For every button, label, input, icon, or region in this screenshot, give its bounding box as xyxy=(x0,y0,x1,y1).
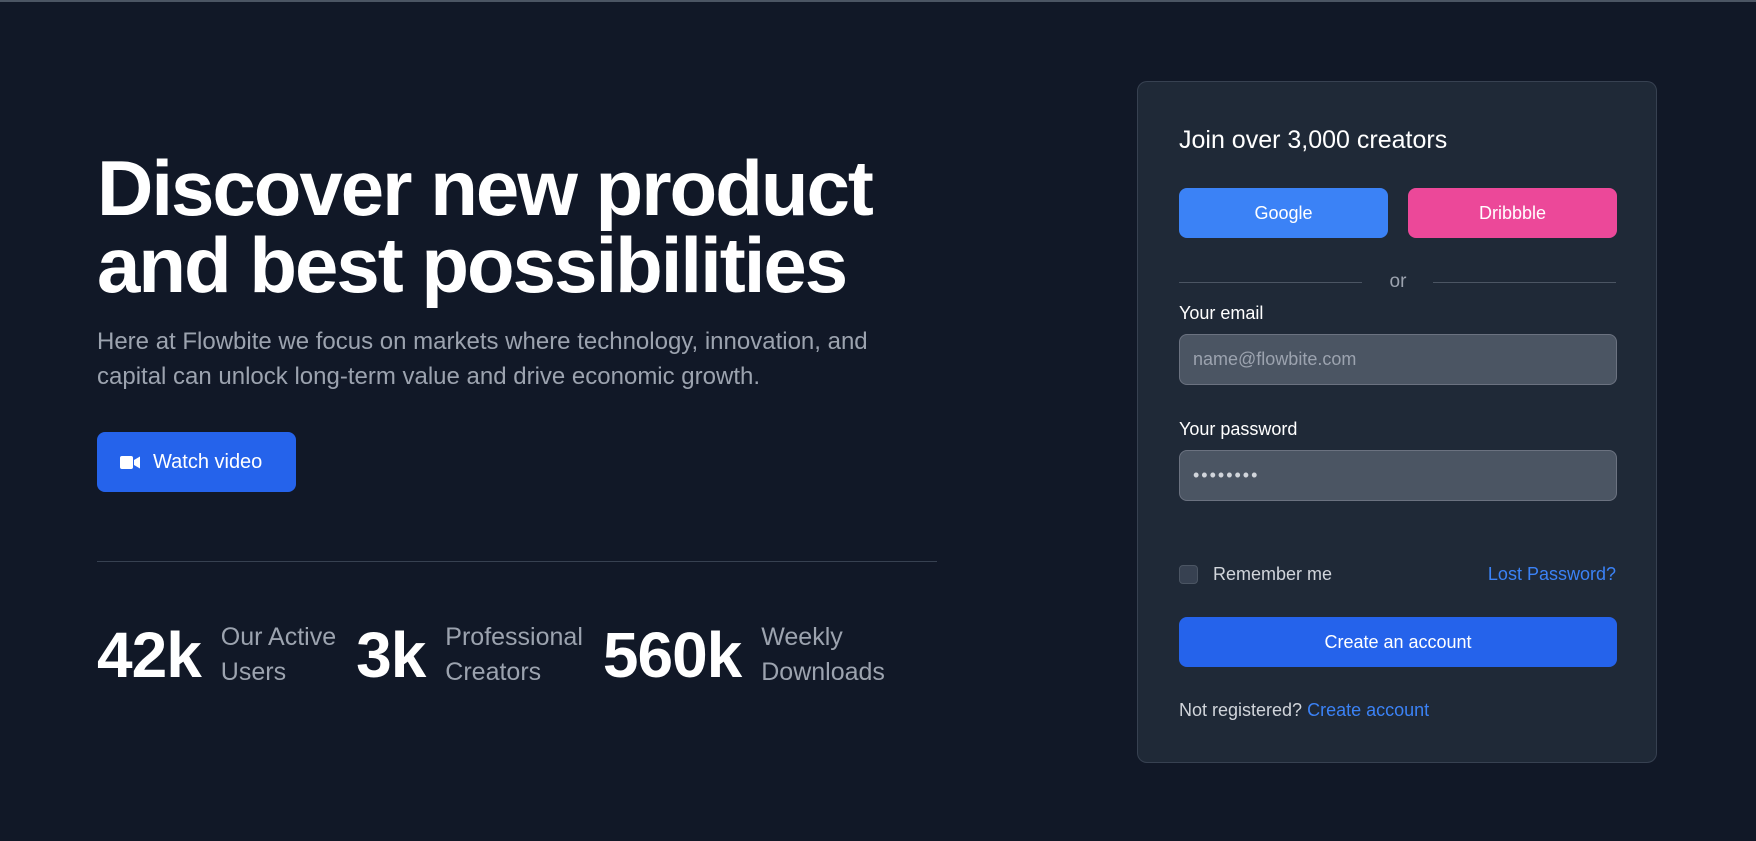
email-field[interactable] xyxy=(1179,334,1617,385)
stat-label-line-2: Downloads xyxy=(761,658,885,686)
headline-line-2: and best possibilities xyxy=(97,221,848,309)
watch-video-button[interactable]: Watch video xyxy=(97,432,296,492)
hero-subtext: Here at Flowbite we focus on markets whe… xyxy=(97,328,868,390)
headline-line-1: Discover new product xyxy=(97,144,874,232)
video-camera-icon xyxy=(120,455,140,469)
stat-label-line-1: Weekly xyxy=(761,623,843,651)
top-border xyxy=(0,0,1756,2)
create-account-button[interactable]: Create an account xyxy=(1179,617,1617,667)
watch-video-label: Watch video xyxy=(153,450,263,473)
not-registered-text: Not registered? xyxy=(1179,700,1303,720)
password-value: •••••••• xyxy=(1193,465,1260,485)
stat-value: 3k xyxy=(356,619,426,691)
hero-section: Discover new product and best possibilit… xyxy=(97,149,947,690)
password-field[interactable]: •••••••• xyxy=(1179,450,1617,501)
password-label: Your password xyxy=(1179,419,1298,439)
or-divider-left xyxy=(1179,282,1362,283)
stat-creators: 3k Professional Creators xyxy=(356,620,583,690)
stat-value: 42k xyxy=(97,619,202,691)
stat-label-line-2: Users xyxy=(220,658,287,686)
or-separator: or xyxy=(1389,271,1407,292)
lost-password-link[interactable]: Lost Password? xyxy=(1488,564,1616,585)
stat-label: Our Active Users xyxy=(221,620,336,690)
dribbble-signup-button[interactable]: Dribbble xyxy=(1408,188,1617,238)
not-registered-line: Not registered? Create account xyxy=(1179,700,1429,721)
stat-label: Professional Creators xyxy=(445,620,583,690)
create-account-link[interactable]: Create account xyxy=(1307,700,1429,720)
email-label: Your email xyxy=(1179,303,1264,323)
remember-me-checkbox[interactable] xyxy=(1179,565,1198,584)
stat-label-line-2: Creators xyxy=(445,658,542,686)
or-divider-right xyxy=(1433,282,1616,283)
stat-downloads: 560k Weekly Downloads xyxy=(603,620,885,690)
stat-active-users: 42k Our Active Users xyxy=(97,620,336,690)
stat-label: Weekly Downloads xyxy=(761,620,885,690)
hero-divider xyxy=(97,561,937,562)
stat-label-line-1: Professional xyxy=(445,623,583,651)
stats-row: 42k Our Active Users 3k Professional Cre… xyxy=(97,620,885,690)
stat-value: 560k xyxy=(602,619,742,691)
stat-label-line-1: Our Active xyxy=(220,623,337,651)
signup-title: Join over 3,000 creators xyxy=(1179,126,1448,154)
google-signup-button[interactable]: Google xyxy=(1179,188,1388,238)
remember-me-label[interactable]: Remember me xyxy=(1213,564,1332,585)
hero-headline: Discover new product and best possibilit… xyxy=(97,149,947,304)
signup-card: Join over 3,000 creators Google Dribbble… xyxy=(1137,81,1657,763)
